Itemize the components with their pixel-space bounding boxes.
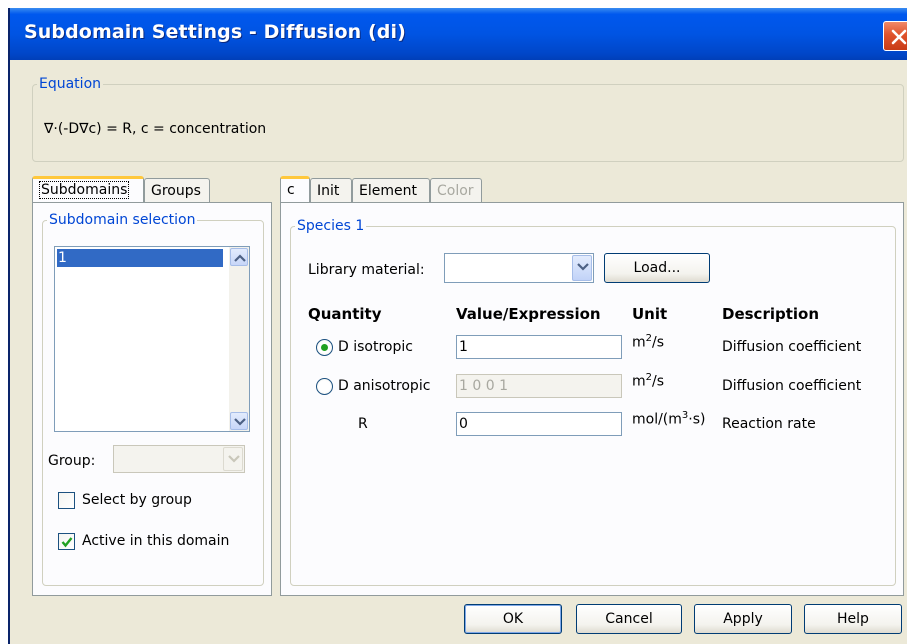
tab-groups[interactable]: Groups [144,178,210,204]
d-isotropic-description: Diffusion coefficient [722,339,862,355]
library-material-dropdown-button[interactable] [572,255,592,281]
chevron-up-icon [234,254,246,262]
active-in-domain-label: Active in this domain [82,533,230,549]
header-unit: Unit [632,305,668,323]
d-anisotropic-unit: m2/s [632,372,665,390]
d-anisotropic-radio[interactable] [316,378,333,395]
tab-groups-label: Groups [151,183,201,199]
tab-init[interactable]: Init [310,178,352,204]
subdomain-listbox[interactable]: 1 [54,246,250,432]
tab-color-label: Color [437,183,474,199]
r-label: R [358,416,368,432]
library-material-select[interactable] [444,253,594,283]
tab-c[interactable]: c [280,176,310,202]
window-title: Subdomain Settings - Diffusion (di) [24,21,406,43]
d-isotropic-radio[interactable] [316,339,333,356]
radio-selected-dot [321,344,328,351]
scroll-down-button[interactable] [230,412,248,430]
tab-c-label: c [287,182,295,198]
chevron-down-icon [577,263,589,271]
header-value: Value/Expression [456,305,601,323]
tab-element[interactable]: Element [352,178,430,204]
d-anisotropic-input[interactable]: 1 0 0 1 [456,374,622,398]
equation-text: ∇·(-D∇c) = R, c = concentration [44,121,267,137]
cancel-button[interactable]: Cancel [576,604,682,634]
library-material-label: Library material: [308,262,425,278]
chevron-down-icon [228,455,240,463]
load-button[interactable]: Load... [604,253,710,283]
group-select-dropdown-button[interactable] [223,447,243,471]
list-item[interactable]: 1 [57,249,223,267]
subdomain-settings-dialog: Subdomain Settings - Diffusion (di) Equa… [8,8,907,644]
select-by-group-checkbox[interactable] [58,492,75,509]
ok-button[interactable]: OK [464,604,562,634]
tab-subdomains[interactable]: Subdomains [32,176,144,202]
d-isotropic-label: D isotropic [338,339,413,355]
subdomain-selection-legend: Subdomain selection [49,212,196,228]
active-in-domain-checkbox[interactable] [58,533,75,550]
header-description: Description [722,305,820,323]
help-button[interactable]: Help [804,604,902,634]
r-input[interactable]: 0 [456,412,622,436]
tab-color: Color [430,178,482,204]
checkmark-icon [61,537,73,548]
species-legend: Species 1 [297,218,365,234]
listbox-scrollbar[interactable] [229,247,249,431]
close-x-icon [891,29,907,45]
header-quantity: Quantity [308,305,382,323]
close-button[interactable] [883,21,907,51]
apply-button[interactable]: Apply [694,604,792,634]
d-anisotropic-label: D anisotropic [338,378,431,394]
title-bar[interactable]: Subdomain Settings - Diffusion (di) [10,8,907,60]
group-select[interactable] [113,445,245,473]
d-isotropic-input[interactable]: 1 [456,335,622,359]
tab-init-label: Init [317,183,340,199]
select-by-group-label: Select by group [82,492,192,508]
tab-subdomains-label: Subdomains [39,181,130,199]
tab-element-label: Element [359,183,417,199]
group-label: Group: [48,453,96,469]
equation-legend: Equation [39,76,102,92]
scroll-up-button[interactable] [230,248,248,266]
d-anisotropic-description: Diffusion coefficient [722,378,862,394]
equation-group: Equation [32,76,904,162]
r-description: Reaction rate [722,416,816,432]
r-unit: mol/(m3·s) [632,410,706,428]
d-isotropic-unit: m2/s [632,333,665,351]
chevron-down-icon [234,418,246,426]
